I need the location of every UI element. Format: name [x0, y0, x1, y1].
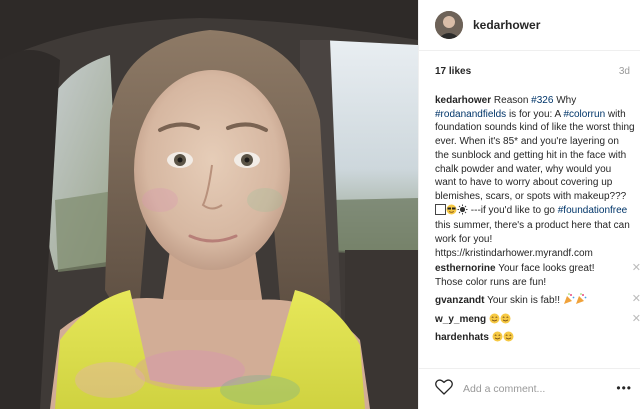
comment-username[interactable]: gvanzandt — [435, 295, 484, 306]
hashtag-link[interactable]: #foundationfree — [558, 205, 628, 216]
post-header: kedarhower — [419, 0, 640, 51]
smiling-face-emoji-icon — [503, 331, 514, 347]
caption-text: with foundation sounds kind of like the … — [435, 108, 635, 202]
caption-text: ---if you'd like to go — [468, 204, 558, 216]
caption-text: Why — [553, 95, 577, 106]
sun-emoji-icon — [457, 204, 468, 220]
remove-comment-icon[interactable]: ✕ — [632, 293, 640, 307]
more-options-button[interactable]: ••• — [616, 381, 632, 395]
caption-username[interactable]: kedarhower — [435, 95, 491, 106]
comment-item: gvanzandt Your skin is fab!! ✕ — [435, 293, 640, 310]
remove-comment-icon[interactable]: ✕ — [632, 313, 640, 327]
hashtag-link[interactable]: #326 — [531, 95, 553, 106]
likes-count[interactable]: 17 likes — [435, 66, 471, 77]
post-caption: kedarhower Reason #326 Why #rodanandfiel… — [435, 94, 635, 260]
post-photo[interactable] — [0, 0, 418, 409]
smiling-face-emoji-icon — [489, 313, 500, 329]
party-popper-emoji-icon — [563, 293, 575, 310]
like-heart-icon[interactable] — [435, 379, 453, 400]
post-footer: ••• — [419, 368, 640, 409]
avatar[interactable] — [435, 11, 463, 39]
comment-username[interactable]: hardenhats — [435, 332, 489, 343]
post-age: 3d — [618, 66, 630, 77]
comment-username[interactable]: w_y_meng — [435, 314, 486, 325]
caption-text: is for you: A — [506, 108, 564, 120]
caption-text: Reason — [493, 95, 532, 106]
post-meta: 17 likes 3d — [419, 60, 640, 82]
remove-comment-icon[interactable]: ✕ — [632, 262, 640, 276]
party-popper-emoji-icon — [575, 293, 587, 310]
sunglasses-emoji-icon — [435, 203, 446, 220]
post-sidebar: kedarhower 17 likes 3d kedarhower Reason… — [418, 0, 640, 409]
comments-list: kedarhower Reason #326 Why #rodanandfiel… — [435, 94, 640, 350]
caption-text: this summer, there's a product here that… — [435, 220, 630, 259]
post-username[interactable]: kedarhower — [473, 18, 540, 32]
comment-username[interactable]: esthernorine — [435, 263, 496, 274]
comment-item: hardenhats — [435, 331, 635, 347]
smiling-face-emoji-icon — [492, 331, 503, 347]
comment-item: esthernorine Your face looks great! Thos… — [435, 262, 640, 289]
comment-item: w_y_meng ✕ — [435, 313, 640, 329]
smiling-face-emoji-icon — [500, 313, 511, 329]
comment-text: Your skin is fab!! — [487, 294, 561, 306]
hashtag-link[interactable]: #colorrun — [563, 109, 605, 120]
sunglasses-emoji-icon — [446, 204, 457, 220]
add-comment-input[interactable] — [463, 379, 613, 399]
hashtag-link[interactable]: #rodanandfields — [435, 109, 506, 120]
